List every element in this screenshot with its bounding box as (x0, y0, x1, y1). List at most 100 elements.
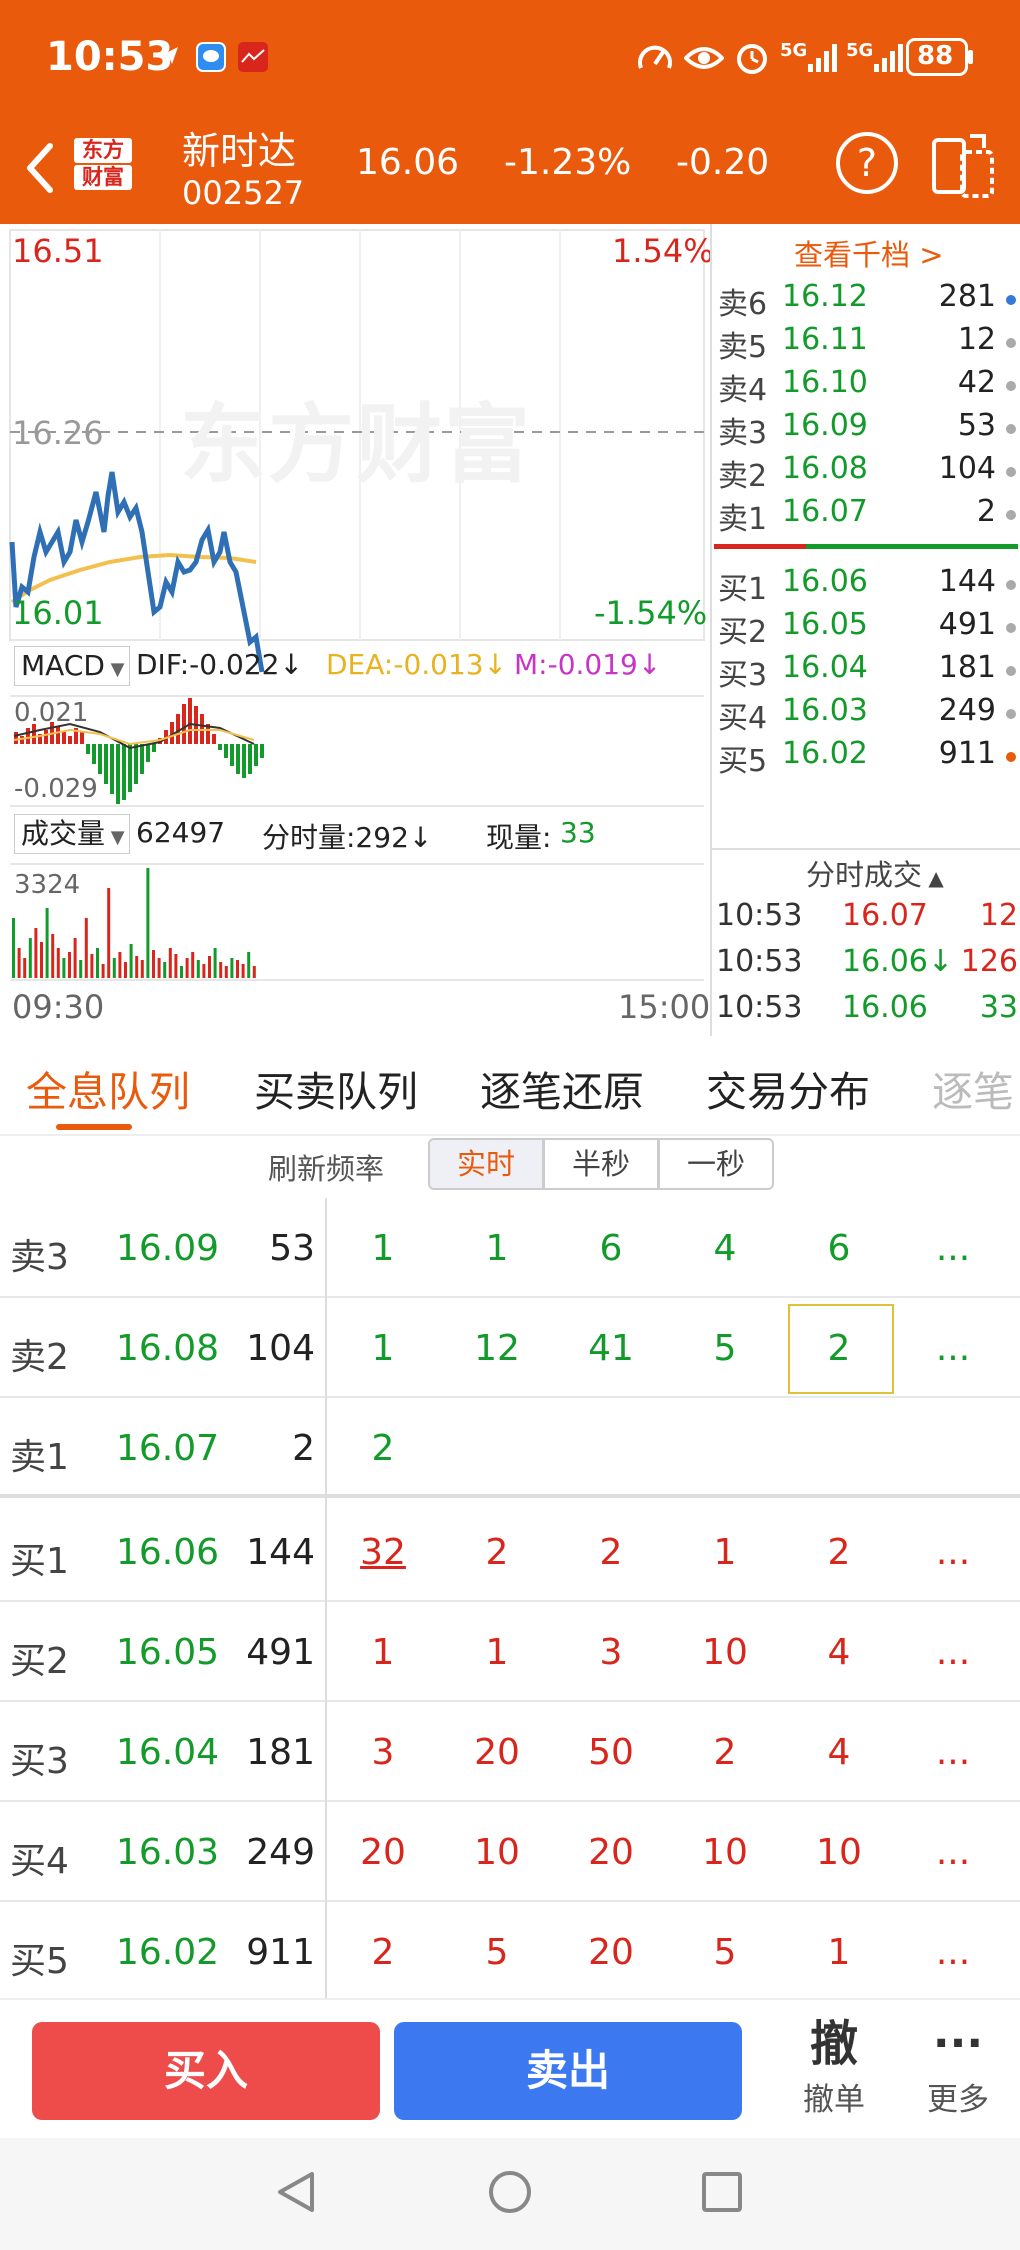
queue-order-cell[interactable]: 5 (668, 1932, 782, 1973)
queue-order-cell[interactable]: 2 (440, 1532, 554, 1573)
queue-order-cell[interactable]: 4 (782, 1632, 896, 1673)
queue-order-cell[interactable]: ... (896, 1932, 1010, 1973)
queue-row[interactable]: 卖1 16.07 2 2 (0, 1398, 1020, 1498)
volume-bar (68, 952, 71, 978)
ask-row[interactable]: 卖5 16.11 12 (718, 322, 1018, 365)
queue-order-cell[interactable]: 20 (554, 1932, 668, 1973)
queue-order-cell[interactable]: 41 (554, 1328, 668, 1369)
switch-view-icon[interactable] (930, 130, 996, 198)
queue-row[interactable]: 买2 16.05 491 1 1 3 10 4... (0, 1602, 1020, 1702)
ticks-title[interactable]: 分时成交 ▲ (806, 852, 944, 894)
ask-row[interactable]: 卖6 16.12 281 (718, 279, 1018, 322)
price-ref-label: 16.26 (12, 414, 104, 452)
queue-order-cell[interactable]: ... (896, 1732, 1010, 1773)
queue-row[interactable]: 卖2 16.08 104 1 12 41 5 2... (0, 1298, 1020, 1398)
queue-order-cell[interactable]: 4 (782, 1732, 896, 1773)
macd-selector[interactable]: MACD ▼ (14, 646, 130, 686)
ask-row[interactable]: 卖4 16.10 42 (718, 365, 1018, 408)
queue-order-cell[interactable]: 5 (440, 1932, 554, 1973)
queue-order-cell[interactable]: 10 (782, 1832, 896, 1873)
queue-order-cell[interactable]: 1 (326, 1228, 440, 1269)
help-icon[interactable]: ? (836, 132, 898, 194)
refresh-half-second-button[interactable]: 半秒 (543, 1138, 659, 1190)
ask-row[interactable]: 卖1 16.07 2 (718, 494, 1018, 537)
queue-order-cell[interactable]: 3 (554, 1632, 668, 1673)
bid-row[interactable]: 买2 16.05 491 (718, 607, 1018, 650)
buy-button[interactable]: 买入 (32, 2022, 380, 2120)
tab-tick-detail[interactable]: 逐笔 (932, 1058, 1020, 1118)
bid-row[interactable]: 买1 16.06 144 (718, 564, 1018, 607)
volume-bar (112, 958, 116, 978)
more-button[interactable]: ··· 更多 (898, 2014, 1018, 2119)
macd-selector-label: MACD (21, 649, 105, 682)
tab-buy-sell-queue[interactable]: 买卖队列 (254, 1058, 418, 1118)
nav-back-icon[interactable] (272, 2168, 320, 2216)
queue-order-cell[interactable]: ... (896, 1532, 1010, 1573)
intraday-chart[interactable]: 16.51 1.54% 16.26 东方财富 16.01 -1.54% MACD… (0, 224, 714, 1036)
queue-order-cell[interactable]: 1 (326, 1632, 440, 1673)
queue-row[interactable]: 买3 16.04 181 3 20 50 2 4... (0, 1702, 1020, 1802)
queue-order-cell[interactable]: 10 (668, 1632, 782, 1673)
queue-order-cell[interactable]: ... (896, 1328, 1010, 1369)
tab-trade-distribution[interactable]: 交易分布 (706, 1058, 870, 1118)
queue-row[interactable]: 买4 16.03 249 20 10 20 10 10... (0, 1802, 1020, 1902)
queue-order-cell[interactable]: 50 (554, 1732, 668, 1773)
tab-tick-restore[interactable]: 逐笔还原 (480, 1058, 644, 1118)
queue-order-cell[interactable]: 2 (326, 1428, 440, 1469)
queue-order-cell[interactable]: 20 (554, 1832, 668, 1873)
nav-home-icon[interactable] (486, 2168, 534, 2216)
queue-order-cell[interactable]: 6 (554, 1228, 668, 1269)
queue-order-cell[interactable]: 12 (440, 1328, 554, 1369)
queue-order-cell[interactable]: 2 (326, 1932, 440, 1973)
refresh-realtime-button[interactable]: 实时 (428, 1138, 544, 1190)
bid-row[interactable]: 买4 16.03 249 (718, 693, 1018, 736)
refresh-label: 刷新频率 (268, 1152, 385, 1186)
queue-row[interactable]: 卖3 16.09 53 1 1 6 4 6... (0, 1198, 1020, 1298)
order-book-title[interactable]: 查看千档 > (794, 232, 944, 274)
queue-row[interactable]: 买1 16.06 144 32 2 2 1 2... (0, 1502, 1020, 1602)
tab-full-queue[interactable]: 全息队列 (26, 1058, 190, 1118)
queue-order-cell[interactable]: 20 (440, 1732, 554, 1773)
queue-order-cell[interactable]: 10 (440, 1832, 554, 1873)
queue-order-cell[interactable]: ... (896, 1228, 1010, 1269)
queue-column-divider (325, 1198, 327, 1998)
refresh-one-second-button[interactable]: 一秒 (658, 1138, 774, 1190)
sell-button[interactable]: 卖出 (394, 2022, 742, 2120)
bid-row[interactable]: 买5 16.02 911 (718, 736, 1018, 774)
queue-order-cell[interactable]: ... (896, 1832, 1010, 1873)
queue-order-cell[interactable]: 4 (668, 1228, 782, 1269)
queue-order-cell[interactable]: 2 (668, 1732, 782, 1773)
ask-row[interactable]: 卖3 16.09 53 (718, 408, 1018, 451)
header-bar: 东方 财富 新时达 002527 16.06 -1.23% -0.20 ? (0, 118, 1020, 224)
volume-bar (146, 868, 150, 978)
macd-bar (86, 744, 90, 754)
queue-order-cell[interactable]: 1 (440, 1228, 554, 1269)
queue-order-cell[interactable]: 2 (554, 1532, 668, 1573)
queue-order-cell[interactable]: 1 (440, 1632, 554, 1673)
queue-order-cell[interactable]: 2 (782, 1532, 896, 1573)
queue-order-cell[interactable]: 20 (326, 1832, 440, 1873)
volume-selector[interactable]: 成交量 ▼ (14, 814, 130, 854)
queue-order-cell[interactable]: 1 (782, 1932, 896, 1973)
queue-order-cell[interactable]: 1 (326, 1328, 440, 1369)
queue-order-cell[interactable]: 6 (782, 1228, 896, 1269)
cancel-order-button[interactable]: 撤 撤单 (774, 2014, 894, 2119)
queue-order-cell[interactable]: 1 (668, 1532, 782, 1573)
ask-row[interactable]: 卖2 16.08 104 (718, 451, 1018, 494)
bid-row[interactable]: 买3 16.04 181 (718, 650, 1018, 693)
queue-order-cell[interactable]: 3 (326, 1732, 440, 1773)
queue-row[interactable]: 买5 16.02 911 2 5 20 5 1... (0, 1902, 1020, 2002)
tick-time: 10:53 (716, 898, 803, 933)
ask-status-dot (1006, 467, 1016, 477)
price-low-label: 16.01 (12, 594, 104, 632)
queue-price: 16.02 (116, 1932, 220, 1973)
back-icon[interactable] (20, 138, 60, 198)
macd-bar (128, 744, 132, 792)
queue-order-cell[interactable]: ... (896, 1632, 1010, 1673)
speed-icon (636, 40, 674, 76)
queue-order-cell[interactable]: 10 (668, 1832, 782, 1873)
queue-order-cell[interactable]: 32 (326, 1532, 440, 1573)
nav-recents-icon[interactable] (698, 2168, 746, 2216)
order-book[interactable]: 查看千档 > 卖6 16.12 281 卖5 16.11 12 卖4 16.10 42 卖3 16.… (710, 224, 1020, 1036)
queue-order-cell[interactable]: 5 (668, 1328, 782, 1369)
